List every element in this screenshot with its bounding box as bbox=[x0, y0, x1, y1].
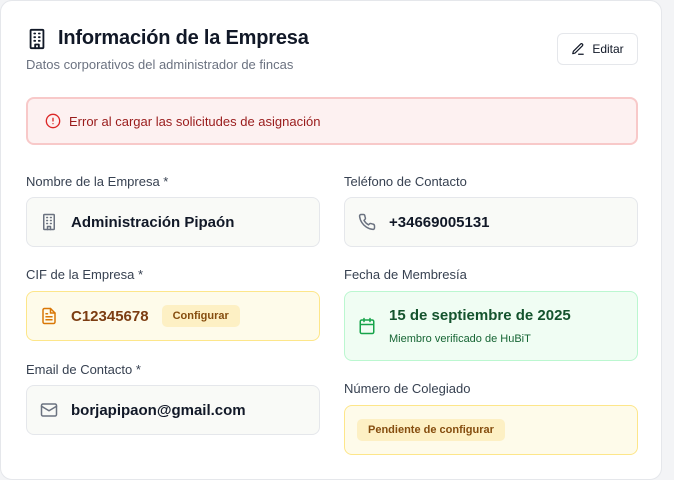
building-icon bbox=[26, 28, 48, 50]
edit-button-label: Editar bbox=[592, 42, 624, 56]
calendar-icon bbox=[358, 317, 376, 335]
membership-note: Miembro verificado de HuBiT bbox=[389, 333, 531, 345]
configure-badge[interactable]: Configurar bbox=[161, 305, 240, 327]
cif-value: C12345678 bbox=[71, 307, 149, 325]
error-alert: Error al cargar las solicitudes de asign… bbox=[26, 97, 638, 145]
edit-button[interactable]: Editar bbox=[557, 33, 638, 65]
colegiado-field: Pendiente de configurar bbox=[344, 405, 638, 455]
pending-badge: Pendiente de configurar bbox=[357, 419, 505, 441]
email-field: borjapipaon@gmail.com bbox=[26, 385, 320, 435]
page-title: Información de la Empresa bbox=[58, 27, 309, 49]
alert-message: Error al cargar las solicitudes de asign… bbox=[69, 113, 321, 129]
page-subtitle: Datos corporativos del administrador de … bbox=[26, 57, 294, 72]
membership-field: 15 de septiembre de 2025 Miembro verific… bbox=[344, 291, 638, 361]
company-name-field: Administración Pipaón bbox=[26, 197, 320, 247]
pencil-icon bbox=[571, 42, 585, 56]
company-name-label: Nombre de la Empresa * bbox=[26, 174, 169, 189]
card-header: Información de la Empresa Datos corporat… bbox=[26, 27, 309, 72]
company-name-value: Administración Pipaón bbox=[71, 213, 235, 231]
email-label: Email de Contacto * bbox=[26, 362, 141, 377]
file-text-icon bbox=[40, 307, 58, 325]
cif-field: C12345678 Configurar bbox=[26, 291, 320, 341]
mail-icon bbox=[40, 401, 58, 419]
company-info-card: Información de la Empresa Datos corporat… bbox=[0, 0, 662, 480]
cif-label: CIF de la Empresa * bbox=[26, 267, 144, 282]
membership-date: 15 de septiembre de 2025 bbox=[389, 307, 571, 324]
membership-label: Fecha de Membresía bbox=[344, 267, 467, 282]
phone-value: +34669005131 bbox=[389, 213, 490, 231]
email-value: borjapipaon@gmail.com bbox=[71, 401, 246, 419]
phone-icon bbox=[358, 213, 376, 231]
phone-field: +34669005131 bbox=[344, 197, 638, 247]
alert-circle-icon bbox=[45, 113, 61, 129]
colegiado-label: Número de Colegiado bbox=[344, 381, 471, 396]
building-icon bbox=[40, 213, 58, 231]
phone-label: Teléfono de Contacto bbox=[344, 174, 467, 189]
